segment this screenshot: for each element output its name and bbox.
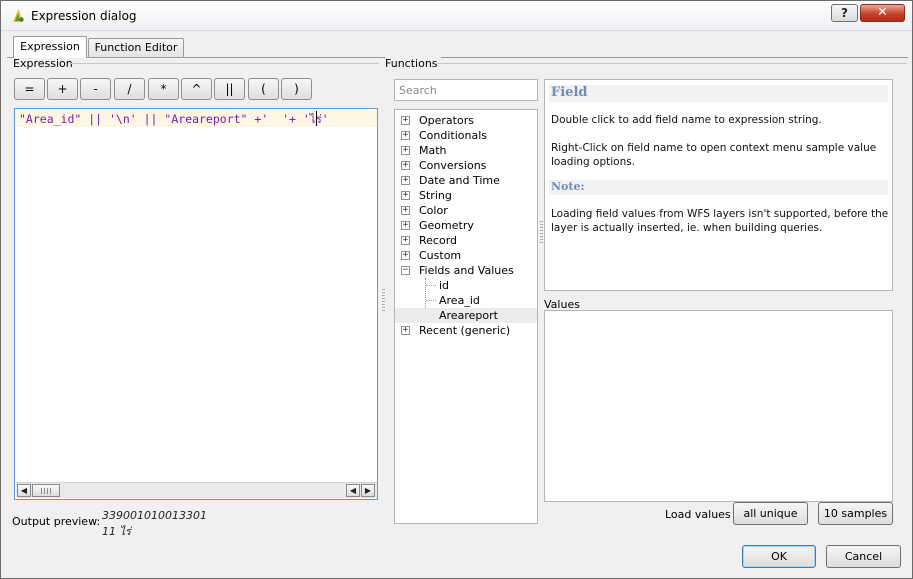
splitter-handle[interactable]	[382, 289, 385, 313]
cancel-button[interactable]: Cancel	[826, 545, 901, 568]
scroll-thumb[interactable]	[32, 484, 60, 497]
operator-divide-button[interactable]: /	[114, 78, 145, 100]
tree-item-recent-generic[interactable]: + Recent (generic)	[395, 323, 537, 338]
ok-button[interactable]: OK	[742, 545, 816, 568]
tab-expression[interactable]: Expression	[13, 36, 87, 58]
expression-section-label: Expression	[13, 57, 76, 70]
expand-icon[interactable]: +	[401, 191, 410, 200]
operator-power-button[interactable]: ^	[181, 78, 212, 100]
tree-item-string[interactable]: + String	[395, 188, 537, 203]
close-button[interactable]: ✕	[860, 4, 905, 22]
tree-item-geometry[interactable]: + Geometry	[395, 218, 537, 233]
window-title: Expression dialog	[31, 9, 137, 23]
help-heading: Field	[549, 85, 888, 102]
text-caret	[316, 111, 317, 126]
field-item-areareport[interactable]: Areareport	[395, 308, 537, 323]
tree-item-fields-and-values[interactable]: − Fields and Values	[395, 263, 537, 278]
tree-item-conversions[interactable]: + Conversions	[395, 158, 537, 173]
expression-text: "Area_id" || '\n' || "Areareport" +' '+ …	[19, 112, 329, 126]
scroll-right-icon[interactable]: ▶	[361, 484, 375, 497]
scroll-left-icon[interactable]: ◀	[346, 484, 360, 497]
tree-item-custom[interactable]: + Custom	[395, 248, 537, 263]
operator-open-paren-button[interactable]: (	[248, 78, 279, 100]
help-panel: Field Double click to add field name to …	[544, 79, 893, 291]
qgis-icon	[13, 10, 24, 22]
expand-icon[interactable]: +	[401, 326, 410, 335]
operator-concat-button[interactable]: ||	[214, 78, 245, 100]
function-search-input[interactable]	[394, 79, 538, 101]
scroll-left-icon[interactable]: ◀	[17, 484, 31, 497]
ten-samples-button[interactable]: 10 samples	[818, 502, 893, 525]
output-preview-line-2: 11 ไร่	[102, 525, 131, 538]
operator-multiply-button[interactable]: *	[148, 78, 179, 100]
tree-item-conditionals[interactable]: + Conditionals	[395, 128, 537, 143]
field-item-area-id[interactable]: Area_id	[395, 293, 537, 308]
expand-icon[interactable]: +	[401, 176, 410, 185]
output-preview-label: Output preview:	[12, 515, 101, 528]
divider	[69, 63, 379, 64]
operator-plus-button[interactable]: +	[47, 78, 78, 100]
help-paragraph: Double click to add field name to expres…	[551, 114, 822, 126]
expand-icon[interactable]: +	[401, 236, 410, 245]
close-icon: ✕	[877, 5, 888, 20]
expand-icon[interactable]: +	[401, 206, 410, 215]
function-tree[interactable]: + Operators + Conditionals + Math + Conversi…	[394, 109, 538, 524]
help-button[interactable]: ?	[831, 4, 858, 22]
divider	[437, 63, 907, 64]
editor-horizontal-scrollbar[interactable]: ◀ ◀ ▶	[16, 482, 377, 498]
expand-icon[interactable]: +	[401, 116, 410, 125]
tree-item-date-and-time[interactable]: + Date and Time	[395, 173, 537, 188]
functions-section-label: Functions	[385, 57, 441, 70]
expand-icon[interactable]: +	[401, 221, 410, 230]
field-item-id[interactable]: id	[395, 278, 537, 293]
operator-minus-button[interactable]: -	[80, 78, 111, 100]
load-values-label: Load values	[665, 508, 731, 521]
tree-item-record[interactable]: + Record	[395, 233, 537, 248]
expression-editor[interactable]: "Area_id" || '\n' || "Areareport" +' '+ …	[14, 108, 378, 500]
operator-close-paren-button[interactable]: )	[281, 78, 312, 100]
help-note-heading: Note:	[549, 180, 888, 195]
expand-icon[interactable]: +	[401, 131, 410, 140]
tab-function-editor[interactable]: Function Editor	[88, 38, 184, 57]
help-paragraph: Loading field values from WFS layers isn…	[551, 208, 889, 234]
expression-dialog: Expression dialog ? ✕ Expression Functio…	[0, 0, 913, 579]
collapse-icon[interactable]: −	[401, 266, 410, 275]
splitter-handle[interactable]	[540, 221, 543, 245]
expand-icon[interactable]: +	[401, 146, 410, 155]
expand-icon[interactable]: +	[401, 251, 410, 260]
help-paragraph: Right-Click on field name to open contex…	[551, 142, 877, 168]
tree-item-math[interactable]: + Math	[395, 143, 537, 158]
output-preview-line-1: 339001010013301	[102, 509, 207, 522]
title-bar: Expression dialog ? ✕	[1, 1, 912, 31]
tree-item-color[interactable]: + Color	[395, 203, 537, 218]
values-list[interactable]	[544, 310, 893, 502]
operator-equals-button[interactable]: =	[14, 78, 45, 100]
all-unique-button[interactable]: all unique	[733, 502, 808, 525]
tree-item-operators[interactable]: + Operators	[395, 113, 537, 128]
expand-icon[interactable]: +	[401, 161, 410, 170]
